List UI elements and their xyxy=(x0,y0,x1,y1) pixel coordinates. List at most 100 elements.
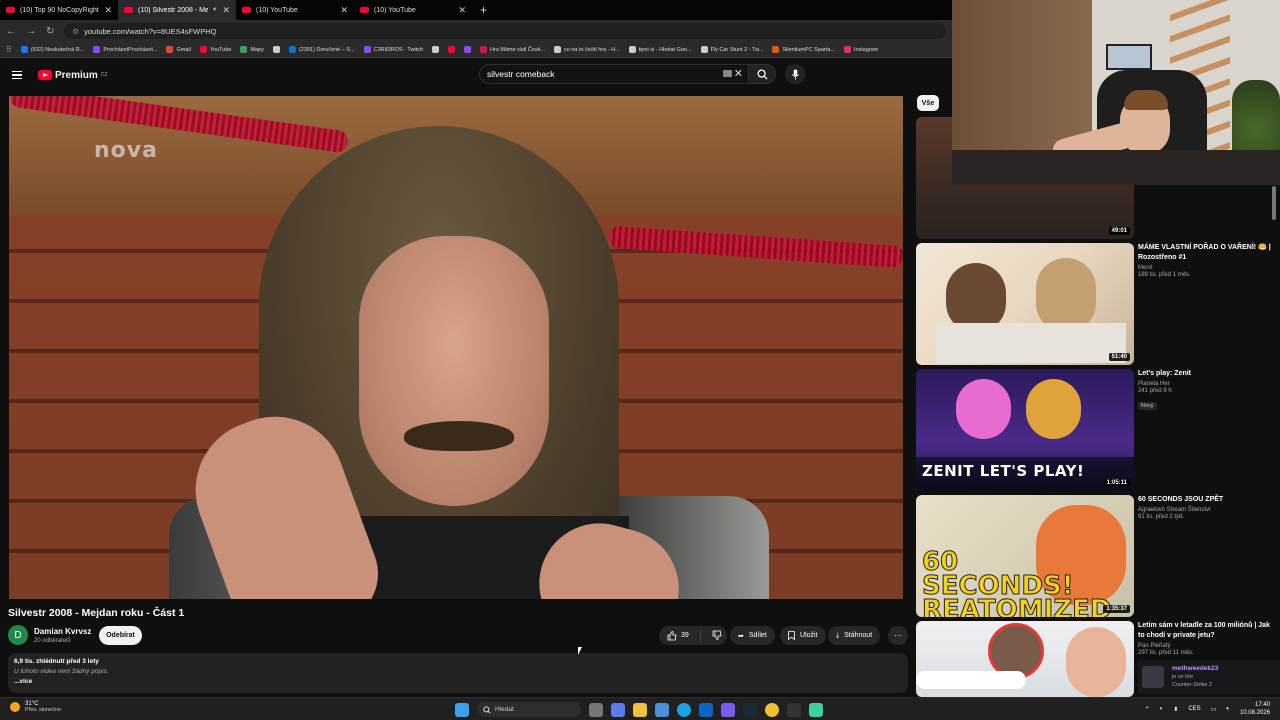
close-icon[interactable]: ✕ xyxy=(340,5,348,16)
video-thumbnail[interactable]: 51:40 xyxy=(916,243,1134,365)
bookmark-item[interactable] xyxy=(464,46,472,53)
close-icon[interactable]: ✕ xyxy=(222,5,230,16)
channel-name[interactable]: Damian Kvrvsz xyxy=(34,627,91,636)
bookmark-item[interactable]: Fly Car Stunt 2 - Tw... xyxy=(700,46,764,53)
bookmark-item[interactable]: Instagram xyxy=(843,46,878,53)
clock[interactable]: 17:40 10.08.2026 xyxy=(1240,701,1270,717)
bookmark-item[interactable]: (2391) Doručené – S... xyxy=(288,46,355,53)
subscribe-button[interactable]: Odebírat xyxy=(99,626,142,645)
date: 10.08.2026 xyxy=(1239,710,1270,716)
show-more-link[interactable]: ...více xyxy=(14,678,902,685)
copilot-icon[interactable] xyxy=(611,702,625,717)
app-icon[interactable] xyxy=(809,702,823,717)
bookmark-item[interactable] xyxy=(272,46,280,53)
bookmark-item[interactable]: co na to čeští hra - H... xyxy=(554,46,620,53)
video-duration: 1:35:37 xyxy=(1103,605,1130,613)
reload-icon[interactable]: ↻ xyxy=(46,26,54,37)
video-info: Letím sám v letadle za 100 miliónů | Jak… xyxy=(1138,621,1273,656)
bookmark-item[interactable]: tipni si - Hledat Goo... xyxy=(628,46,692,53)
save-button[interactable]: Uložit xyxy=(780,626,826,645)
speaker-icon[interactable]: 🔈︎ xyxy=(213,6,217,14)
download-button[interactable]: ⤓ Stáhnout xyxy=(828,626,881,645)
forward-icon[interactable]: → xyxy=(26,26,36,37)
filter-chip-all[interactable]: Vše xyxy=(917,95,939,111)
bookmark-label: YouTube xyxy=(209,46,232,53)
video-title[interactable]: Let's play: Zenit xyxy=(1138,369,1273,379)
recommendation-item[interactable]: 51:40 MÁME VLASTNÍ POŘAD O VAŘENÍ! 🥯 | R… xyxy=(916,243,1280,365)
tray-app-icon[interactable]: ⬍ xyxy=(1173,706,1178,713)
bookmark-item[interactable]: Gmail xyxy=(166,46,191,53)
network-icon[interactable]: ▭ xyxy=(1211,706,1217,713)
video-channel[interactable]: Pan Pleňatý xyxy=(1138,643,1273,649)
store-icon[interactable] xyxy=(655,702,669,717)
browser-tab-active[interactable]: (10) Silvestr 2008 - Mejdan 🔈︎ ✕ xyxy=(118,0,236,20)
sidebar-scrollbar[interactable] xyxy=(1272,186,1276,220)
share-button[interactable]: ➦ Sdílet xyxy=(730,626,775,645)
language-indicator[interactable]: CES xyxy=(1188,706,1200,712)
volume-icon[interactable]: 🔈︎ xyxy=(1226,706,1230,713)
windows-start-icon[interactable] xyxy=(455,702,469,717)
close-icon[interactable]: ✕ xyxy=(104,5,112,16)
clear-search-icon[interactable]: ✕ xyxy=(734,67,743,80)
browser-tab[interactable]: (10) Top 90 NoCopyRightSounds ✕ xyxy=(0,0,118,20)
task-view-icon[interactable] xyxy=(589,702,603,717)
bookmark-item[interactable]: Mapy xyxy=(240,46,264,53)
url-field[interactable]: ⚙︎ youtube.com/watch?v=8UES4sFWPHQ xyxy=(64,23,946,39)
video-title[interactable]: 60 SECONDS JSOU ZPĚT xyxy=(1138,495,1273,505)
search-button[interactable] xyxy=(748,64,776,84)
mail-icon[interactable] xyxy=(699,702,713,717)
site-info-icon[interactable]: ⚙︎ xyxy=(72,27,79,36)
bookmark-item[interactable] xyxy=(432,46,440,53)
video-thumbnail[interactable]: 60 SECONDS! REATOMIZED 1:35:37 xyxy=(916,495,1134,617)
brand-label: Premium xyxy=(55,69,98,81)
bookmark-item[interactable]: YouTube xyxy=(199,46,232,53)
voice-search-button[interactable] xyxy=(785,64,805,84)
weather-widget[interactable]: 31°C Přev. slunečno xyxy=(10,701,61,713)
video-channel[interactable]: Meni! xyxy=(1138,265,1273,271)
youtube-logo[interactable]: Premium CZ xyxy=(38,70,107,81)
bookmark-item[interactable] xyxy=(448,46,456,53)
new-tab-button[interactable]: + xyxy=(480,3,487,17)
tray-chevron-icon[interactable]: ⌃ xyxy=(1145,706,1150,713)
keyboard-icon[interactable] xyxy=(723,70,732,77)
channel-avatar[interactable]: D xyxy=(8,625,28,645)
bookmark-item[interactable]: ProcházetProcházet... xyxy=(93,46,157,53)
recommendation-item[interactable]: 60 SECONDS! REATOMIZED 1:35:37 60 SECOND… xyxy=(916,495,1280,617)
recommendation-item[interactable]: ZENIT LET'S PLAY! 1:05:11 Let's play: Ze… xyxy=(916,369,1280,491)
video-player[interactable]: nova xyxy=(9,96,903,599)
file-explorer-icon[interactable] xyxy=(633,702,647,717)
video-thumbnail[interactable]: ZENIT LET'S PLAY! 1:05:11 xyxy=(916,369,1134,491)
divider xyxy=(699,629,701,642)
close-icon[interactable]: ✕ xyxy=(458,5,466,16)
browser-tab[interactable]: (10) YouTube ✕ xyxy=(236,0,354,20)
twitch-app-icon[interactable] xyxy=(721,702,735,717)
video-channel[interactable]: Planeta Her xyxy=(1138,381,1273,387)
dislike-button[interactable] xyxy=(712,630,722,642)
steam-icon[interactable] xyxy=(743,702,757,717)
description-box[interactable]: 6,9 tis. zhlédnutí před 3 lety U tohoto … xyxy=(8,653,908,693)
search-input[interactable]: silvestr comeback ✕ xyxy=(479,64,749,84)
like-button[interactable]: 39 xyxy=(667,630,689,641)
video-channel[interactable]: Agraelovo Stream Šílenství xyxy=(1138,507,1273,513)
bookmark-item[interactable]: (632) Neskutečná R... xyxy=(20,46,84,53)
bookmark-item[interactable]: SilentiumPC Sparta... xyxy=(772,46,835,53)
chrome-icon[interactable] xyxy=(765,702,779,717)
video-thumbnail[interactable] xyxy=(916,621,1134,697)
video-title[interactable]: Letím sám v letadle za 100 miliónů | Jak… xyxy=(1138,621,1273,641)
back-icon[interactable]: ← xyxy=(6,26,16,37)
save-label: Uložit xyxy=(800,632,818,639)
app-icon[interactable] xyxy=(787,702,801,717)
taskbar-search[interactable]: Hledat xyxy=(477,702,581,717)
bookmark-label: tipni si - Hledat Goo... xyxy=(638,46,692,53)
video-title[interactable]: MÁME VLASTNÍ POŘAD O VAŘENÍ! 🥯 | Rozostř… xyxy=(1138,243,1273,263)
more-actions-button[interactable]: ⋯ xyxy=(888,626,908,645)
menu-icon[interactable] xyxy=(12,71,22,79)
edge-icon[interactable] xyxy=(677,702,691,717)
bookmark-label: Fly Car Stunt 2 - Tw... xyxy=(710,46,764,53)
bookmark-item[interactable]: Hra Máme rádi Česk... xyxy=(480,46,545,53)
browser-tab[interactable]: (10) YouTube ✕ xyxy=(354,0,472,20)
tray-app-icon[interactable]: ◐ xyxy=(1160,706,1164,712)
apps-grid-icon[interactable]: ⠿ xyxy=(6,45,12,54)
twitch-notification[interactable]: methweedek23 je ve hře Counter-Strike 2 xyxy=(1138,660,1280,694)
bookmark-item[interactable]: C3R83ROS - Twitch xyxy=(363,46,423,53)
